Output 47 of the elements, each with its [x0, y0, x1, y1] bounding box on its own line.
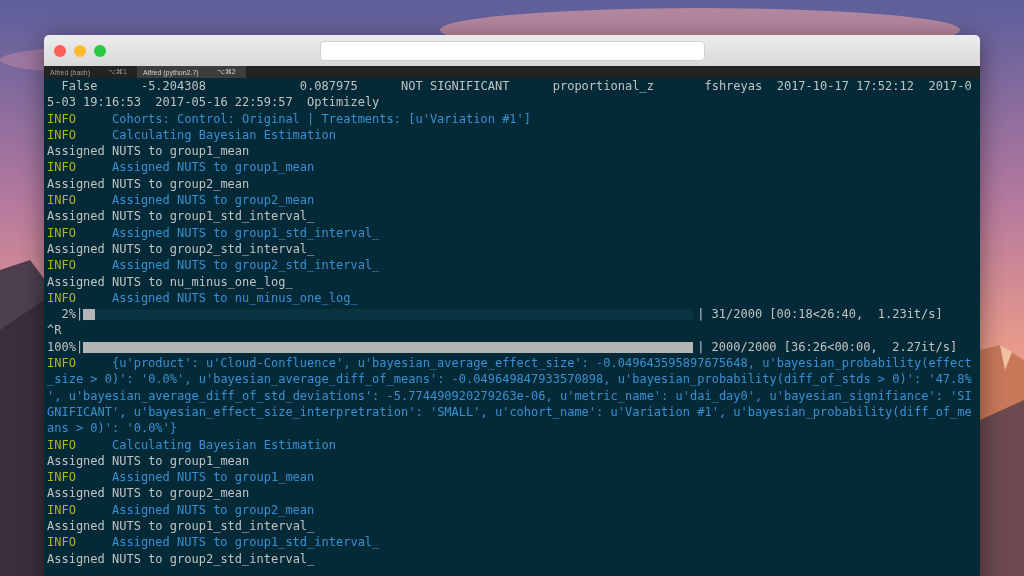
log-message: Assigned NUTS to group1_std_interval_: [112, 224, 380, 241]
log-level: INFO: [47, 355, 77, 372]
terminal-line: Assigned NUTS to group2_std_interval_: [47, 240, 315, 258]
terminal-line: Assigned NUTS to group2_mean: [47, 485, 250, 502]
terminal-line: Assigned NUTS to group1_mean: [47, 452, 250, 470]
log-level: INFO: [47, 192, 77, 209]
log-level: INFO: [47, 159, 77, 176]
terminal-line: ^R: [47, 322, 62, 339]
log-message: Calculating Bayesian Estimation: [112, 126, 336, 144]
log-level: INFO: [47, 257, 77, 274]
log-message: Assigned NUTS to group2_mean: [112, 501, 315, 518]
log-message: ans > 0)': '0.0%'}: [47, 420, 178, 437]
log-message: {u'product': u'Cloud-Confluence', u'bayesian_average_effect_size': -0.049643595897675648, u'bayesian_probability(effect: [112, 355, 972, 372]
log-message: Assigned NUTS to group1_std_interval_: [112, 534, 380, 551]
progress-percent: 2%|: [60, 306, 84, 323]
progress-stats: | 31/2000 [00:18<26:40, 1.23it/s]: [697, 306, 943, 323]
terminal-line: False -5.204308 0.087975 NOT SIGNIFICANT proportional_z fshreyas 2017-10-17 17:52:12 2017-0: [60, 78, 972, 95]
zoom-icon[interactable]: [94, 44, 106, 57]
log-message: Cohorts: Control: Original | Treatments: [u'Variation #1']: [112, 110, 532, 127]
terminal-line: Assigned NUTS to group1_std_interval_: [47, 208, 315, 225]
terminal-line: Assigned NUTS to group2_mean: [47, 175, 250, 193]
log-message: Assigned NUTS to group2_std_interval_: [112, 257, 380, 274]
log-message: Calculating Bayesian Estimation: [112, 436, 336, 453]
terminal-line: Assigned NUTS to group1_std_interval_: [47, 518, 315, 535]
close-icon[interactable]: [54, 44, 66, 57]
log-level: INFO: [47, 289, 77, 307]
log-message: GNIFICANT', u'bayesian_effect_size_interpretration': 'SMALL', u'cohort_name': u'Variation #1', u'bayesian_probability(diff_of_me: [47, 403, 972, 421]
log-level: INFO: [47, 469, 77, 486]
minimize-icon[interactable]: [74, 44, 86, 57]
log-level: INFO: [47, 534, 77, 551]
log-message: Assigned NUTS to group2_mean: [112, 192, 315, 209]
terminal-line: Assigned NUTS to group1_mean: [47, 143, 250, 160]
terminal-line: Assigned NUTS to nu_minus_one_log_: [47, 273, 293, 290]
log-level: INFO: [47, 110, 77, 127]
log-message: _size > 0)': '0.0%', u'bayesian_average_diff_of_means': -0.049649847933570898, u'bayesian_probability(diff_of_stds > 0)': '47.8%: [47, 371, 972, 388]
log-message: Assigned NUTS to group1_mean: [112, 469, 315, 486]
progress-stats: | 2000/2000 [36:26<00:00, 2.27it/s]: [697, 338, 958, 356]
log-level: INFO: [47, 126, 77, 144]
terminal-line: 5-03 19:16:53 2017-05-16 22:59:57 Optimizely: [47, 94, 380, 111]
log-message: Assigned NUTS to group1_mean: [112, 159, 315, 176]
terminal-line: Assigned NUTS to group2_std_interval_: [47, 550, 315, 567]
log-level: INFO: [47, 501, 77, 518]
log-message: Assigned NUTS to nu_minus_one_log_: [112, 289, 358, 307]
log-level: INFO: [47, 436, 77, 453]
progress-percent: 100%|: [47, 338, 84, 356]
log-message: ', u'bayesian_average_diff_of_std_deviations': -5.774490920279263e-06, u'metric_name': u'dai_day0', u'bayesian_signifiance': 'SI: [47, 387, 972, 404]
log-level: INFO: [47, 224, 77, 241]
